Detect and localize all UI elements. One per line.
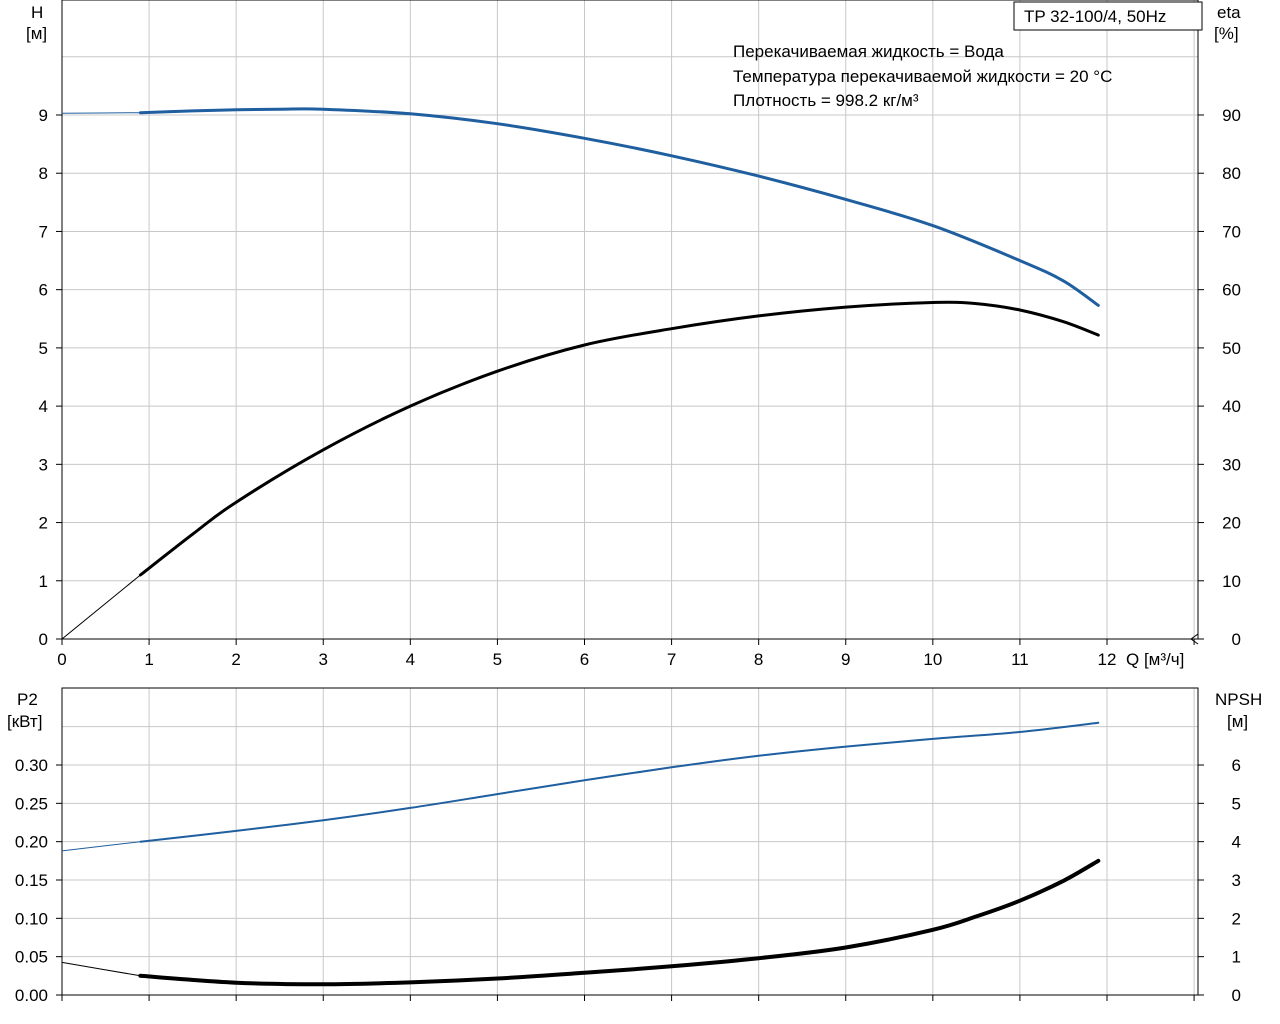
left-tick-label: 2	[39, 514, 48, 533]
right-tick-label: 0	[1232, 986, 1241, 1005]
x-tick-label: 0	[57, 650, 66, 669]
condition-density: Плотность = 998.2 кг/м³	[733, 91, 919, 110]
model-box: TP 32-100/4, 50Hz	[1013, 1, 1203, 31]
x-tick-label: 5	[493, 650, 502, 669]
left-tick-label: 9	[39, 106, 48, 125]
left-tick-label: 3	[39, 455, 48, 474]
series-NPSH-line	[138, 858, 1101, 987]
right-tick-label: 2	[1232, 909, 1241, 928]
right-tick-label: 10	[1222, 572, 1241, 591]
series-P2-line	[139, 721, 1100, 843]
left-tick-label: 1	[39, 572, 48, 591]
right-tick-label: 70	[1222, 222, 1241, 241]
left-tick-label: 0.25	[15, 794, 48, 813]
x-tick-label: 4	[406, 650, 415, 669]
left-tick-label: 0.30	[15, 756, 48, 775]
x-tick-label: 1	[144, 650, 153, 669]
bottom-left-axis-unit: [кВт]	[7, 712, 42, 731]
right-tick-label: 50	[1222, 339, 1241, 358]
series-eta-extension	[61, 574, 141, 640]
series-H-line	[138, 107, 1100, 307]
top-left-axis-unit: [м]	[26, 24, 47, 43]
plot-frame	[61, 0, 1199, 640]
x-tick-label: 9	[841, 650, 850, 669]
left-tick-label: 6	[39, 281, 48, 300]
pump-performance-chart: 012345678901020304050607080900 1 2 3 4 5 6 7 8 9 1…	[7, 0, 1262, 1005]
series-P2-extension	[61, 841, 141, 852]
right-tick-label: 90	[1222, 106, 1241, 125]
left-tick-label: 7	[39, 222, 48, 241]
x-tick-label: 11	[1011, 650, 1029, 669]
right-tick-label: 80	[1222, 164, 1241, 183]
right-tick-label: 6	[1232, 756, 1241, 775]
bottom-right-axis-title: NPSH	[1215, 690, 1262, 709]
plot-frames	[61, 0, 1199, 996]
right-tick-label: 5	[1232, 794, 1241, 813]
x-tick-label: 3	[319, 650, 328, 669]
condition-temperature: Температура перекачиваемой жидкости = 20…	[733, 67, 1112, 86]
right-tick-label: 20	[1222, 514, 1241, 533]
data-series	[61, 107, 1101, 987]
right-tick-label: 1	[1232, 948, 1241, 967]
left-tick-label: 0.00	[15, 986, 48, 1005]
left-tick-label: 8	[39, 164, 48, 183]
top-right-axis-title: eta	[1217, 3, 1241, 22]
left-tick-label: 0.10	[15, 909, 48, 928]
x-tick-label: 8	[754, 650, 763, 669]
right-tick-label: 4	[1232, 833, 1241, 852]
conditions-block: Перекачиваемая жидкость = Вода Температу…	[733, 42, 1112, 110]
right-tick-label: 0	[1232, 630, 1241, 649]
top-right-axis-unit: [%]	[1214, 24, 1239, 43]
series-NPSH-extension	[61, 961, 141, 977]
right-tick-label: 3	[1232, 871, 1241, 890]
x-tick-label: 12	[1098, 650, 1117, 669]
x-tick-label: 7	[667, 650, 676, 669]
x-tick-label: 10	[923, 650, 942, 669]
left-tick-label: 0.05	[15, 948, 48, 967]
right-tick-label: 30	[1222, 455, 1241, 474]
bottom-right-axis-unit: [м]	[1227, 712, 1248, 731]
bottom-left-axis-title: P2	[17, 690, 38, 709]
right-tick-label: 40	[1222, 397, 1241, 416]
left-tick-label: 0.15	[15, 871, 48, 890]
series-eta-line	[138, 300, 1100, 577]
top-left-axis-title: H	[31, 3, 43, 22]
model-label: TP 32-100/4, 50Hz	[1024, 7, 1166, 26]
left-tick-label: 5	[39, 339, 48, 358]
series-H-extension	[61, 112, 141, 114]
x-tick-label: 2	[231, 650, 240, 669]
grid-lines	[62, 0, 1198, 995]
condition-fluid: Перекачиваемая жидкость = Вода	[733, 42, 1004, 61]
x-axis-title: Q [м³/ч]	[1126, 650, 1184, 669]
left-tick-label: 4	[39, 397, 48, 416]
x-tick-label: 6	[580, 650, 589, 669]
left-tick-label: 0.20	[15, 833, 48, 852]
right-tick-label: 60	[1222, 281, 1241, 300]
left-tick-label: 0	[39, 630, 48, 649]
axis-ticks: 012345678901020304050607080900 1 2 3 4 5 6 7 8 9 1…	[15, 106, 1241, 1005]
